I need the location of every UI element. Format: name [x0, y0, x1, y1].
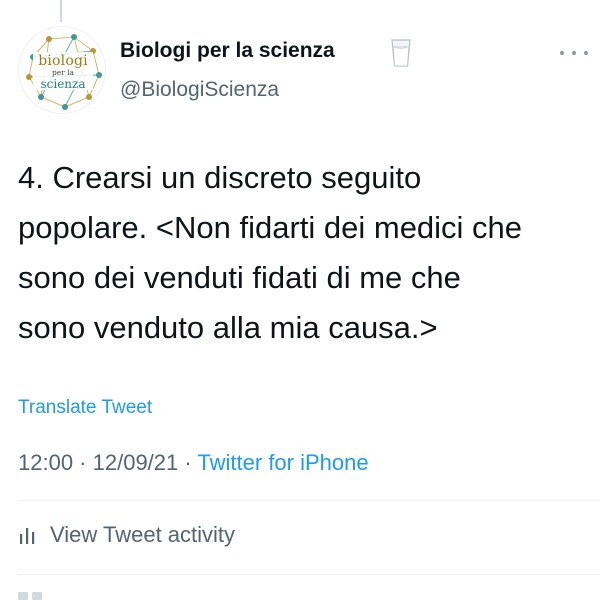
- glass-of-milk-icon: [391, 39, 411, 67]
- view-tweet-activity-button[interactable]: View Tweet activity: [18, 520, 235, 550]
- thread-connector-line: [60, 0, 62, 22]
- meta-separator: ·: [73, 450, 93, 475]
- more-dot: [584, 51, 588, 55]
- stats-glyph: [32, 592, 42, 600]
- more-options-icon[interactable]: [560, 48, 588, 58]
- tweet-date[interactable]: 12/09/21: [93, 450, 179, 475]
- account-handle[interactable]: @BiologiScienza: [120, 78, 279, 102]
- stats-row-partial: [18, 592, 58, 600]
- view-tweet-activity-label: View Tweet activity: [50, 522, 236, 547]
- more-dot: [572, 51, 576, 55]
- tweet-meta: 12:00 · 12/09/21 · Twitter for iPhone: [18, 450, 369, 476]
- tweet-source-link[interactable]: Twitter for iPhone: [197, 450, 368, 475]
- tweet-time[interactable]: 12:00: [18, 450, 73, 475]
- account-name[interactable]: Biologi per la scienza: [120, 39, 335, 63]
- tweet-header: biologi per la scienza Biologi per la sc…: [18, 26, 588, 116]
- meta-separator: ·: [178, 450, 198, 475]
- divider: [18, 500, 600, 501]
- more-dot: [560, 51, 564, 55]
- translate-tweet-link[interactable]: Translate Tweet: [18, 397, 152, 419]
- divider: [18, 574, 600, 575]
- avatar-text-line3: scienza: [40, 76, 86, 91]
- avatar-logo-text: biologi per la scienza: [31, 54, 95, 90]
- avatar-text-line1: biologi: [38, 53, 88, 69]
- avatar-text-line2: per la: [51, 68, 75, 77]
- avatar[interactable]: biologi per la scienza: [18, 26, 106, 114]
- tweet-text: 4. Crearsi un discreto seguito popolare.…: [18, 160, 523, 345]
- stats-glyph: [18, 592, 28, 600]
- bar-chart-icon: [20, 528, 35, 544]
